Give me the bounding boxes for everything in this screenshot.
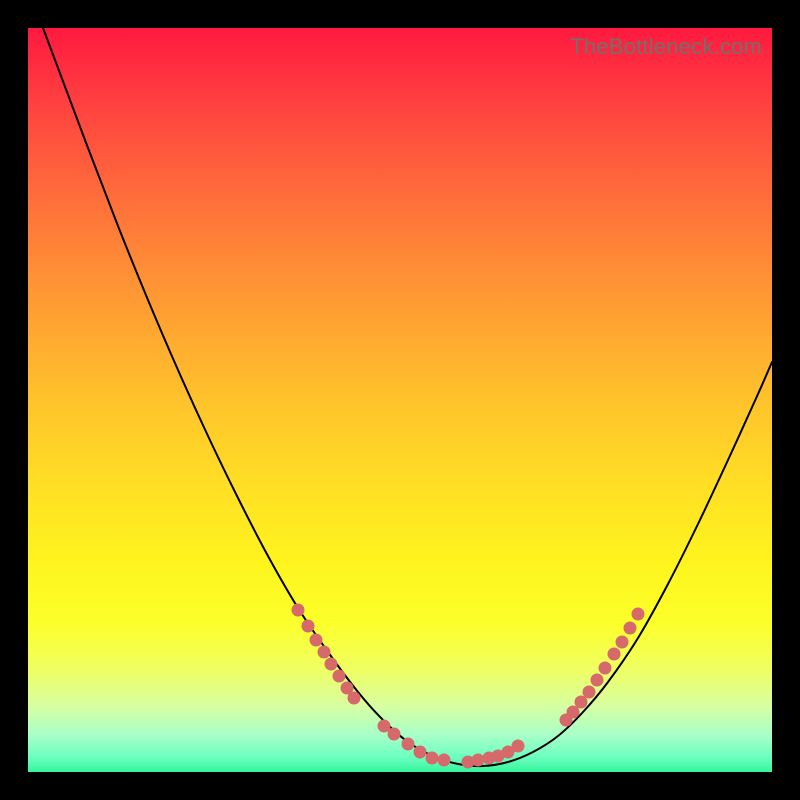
highlight-dot	[438, 754, 451, 767]
highlight-dot	[348, 692, 361, 705]
highlight-dot	[512, 740, 525, 753]
highlight-dot	[302, 620, 315, 633]
bottleneck-chart-svg	[28, 28, 772, 772]
highlight-dot	[333, 670, 346, 683]
highlight-dots	[292, 604, 645, 769]
highlight-dot	[325, 658, 338, 671]
highlight-dot	[616, 636, 629, 649]
highlight-dot	[583, 686, 596, 699]
chart-frame: TheBottleneck.com	[0, 0, 800, 800]
highlight-dot	[402, 738, 415, 751]
highlight-dot	[591, 674, 604, 687]
highlight-dot	[310, 634, 323, 647]
highlight-dot	[426, 752, 439, 765]
highlight-dot	[608, 648, 621, 661]
highlight-dot	[318, 646, 331, 659]
highlight-dot	[599, 662, 612, 675]
chart-plot-area: TheBottleneck.com	[28, 28, 772, 772]
highlight-dot	[624, 622, 637, 635]
highlight-dot	[414, 746, 427, 759]
bottleneck-curve	[28, 0, 772, 766]
highlight-dot	[632, 608, 645, 621]
highlight-dot	[292, 604, 305, 617]
highlight-dot	[472, 754, 485, 767]
highlight-dot	[388, 728, 401, 741]
